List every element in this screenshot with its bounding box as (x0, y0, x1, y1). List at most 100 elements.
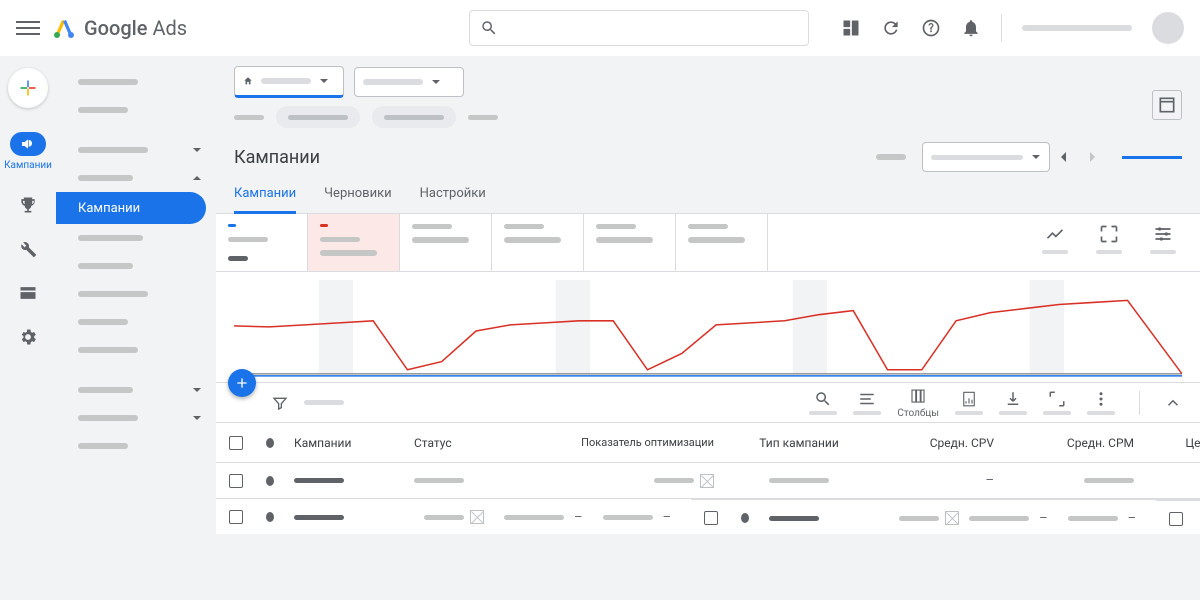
date-label (876, 154, 906, 160)
notifications-icon[interactable] (961, 18, 981, 38)
chevron-down-icon (192, 145, 202, 155)
table-row[interactable]: – – const data = JSON.parse(document.get… (1156, 500, 1200, 536)
sidebar-item[interactable] (56, 280, 216, 308)
optimization-value (424, 515, 464, 520)
sidebar-item[interactable] (56, 224, 216, 252)
account-name[interactable] (1022, 25, 1132, 31)
table-row[interactable]: – – (216, 462, 1200, 498)
col-price[interactable]: Цена (1144, 436, 1200, 450)
col-type[interactable]: Тип кампании (724, 436, 874, 450)
sidebar-item-expandable[interactable] (56, 376, 216, 404)
row-checkbox[interactable] (229, 474, 243, 488)
expand-chart-button[interactable] (1096, 224, 1122, 254)
status-dot[interactable] (266, 476, 274, 486)
sliders-icon (1153, 224, 1173, 244)
rail-tools[interactable] (8, 239, 48, 259)
scorecard[interactable] (676, 214, 768, 271)
rail-goals[interactable] (8, 195, 48, 215)
col-cpv[interactable]: Средн. CPV (874, 436, 1004, 450)
col-cpm[interactable]: Средн. CPM (1004, 436, 1144, 450)
download-icon (1004, 390, 1022, 408)
tab-drafts[interactable]: Черновики (324, 186, 391, 213)
table-row[interactable]: – – – – – – const data = JSON.pars (216, 498, 1200, 534)
scorecard[interactable] (400, 214, 492, 271)
more-button[interactable] (1087, 390, 1115, 415)
product-logo: Google Ads (52, 16, 187, 40)
chart-type-button[interactable] (1042, 224, 1068, 254)
rail-admin[interactable] (8, 327, 48, 347)
plus-icon (18, 78, 38, 98)
sidebar-item-expandable[interactable] (56, 136, 216, 164)
scorecard-primary[interactable] (216, 214, 308, 271)
campaign-selector[interactable] (354, 67, 464, 97)
help-icon[interactable] (921, 18, 941, 38)
workspace-icon[interactable] (1152, 90, 1182, 120)
chevron-down-icon (1031, 152, 1041, 162)
sidebar-item-expandable[interactable] (56, 164, 216, 192)
status-header-icon[interactable] (266, 438, 274, 448)
status-dot[interactable] (266, 512, 274, 522)
status-dot[interactable] (741, 513, 749, 523)
filter-chip[interactable] (276, 106, 360, 128)
campaign-name[interactable] (769, 516, 819, 521)
price-value: – (1128, 511, 1137, 526)
search-table-button[interactable] (809, 390, 837, 415)
table-row[interactable]: – – – – const data = JSON.parse(document… (691, 499, 1200, 535)
segment-button[interactable] (853, 390, 881, 415)
campaign-name[interactable] (294, 478, 344, 483)
rail-campaigns[interactable]: Кампании (8, 132, 48, 171)
date-range-selector[interactable] (922, 142, 1050, 172)
sidebar-item-expandable[interactable] (56, 404, 216, 432)
search-input[interactable] (469, 10, 809, 46)
filter-icon[interactable] (272, 395, 288, 411)
col-campaign[interactable]: Кампании (284, 436, 404, 450)
create-button[interactable] (8, 68, 48, 108)
scorecard[interactable] (492, 214, 584, 271)
scorecard[interactable] (584, 214, 676, 271)
select-all-checkbox[interactable] (229, 436, 243, 450)
sidebar-item-campaigns[interactable]: Кампании (56, 192, 206, 224)
main-content: Кампании Кампании Черновики Настройки (216, 56, 1200, 600)
report-icon (960, 390, 978, 408)
campaign-name[interactable] (294, 515, 344, 520)
filter-chip[interactable] (372, 106, 456, 128)
row-checkbox[interactable] (1169, 512, 1183, 526)
col-optimization[interactable]: Показатель оптимизации (544, 436, 724, 449)
type-value (969, 516, 1029, 521)
cpm-value (603, 515, 653, 520)
compare-toggle[interactable] (1122, 156, 1182, 159)
appearance-icon[interactable] (841, 18, 861, 38)
header: Google Ads (0, 0, 1200, 56)
tab-settings[interactable]: Настройки (420, 186, 486, 213)
sidebar-item[interactable] (56, 96, 216, 124)
row-checkbox[interactable] (704, 511, 718, 525)
filter-placeholder[interactable] (304, 400, 344, 405)
scorecard-secondary[interactable] (308, 214, 400, 271)
expand-table-button[interactable] (1043, 390, 1071, 415)
megaphone-icon (20, 136, 36, 152)
sidebar-item[interactable] (56, 252, 216, 280)
avatar[interactable] (1152, 12, 1184, 44)
reports-button[interactable] (955, 390, 983, 415)
main-menu-button[interactable] (16, 16, 40, 40)
date-next-button[interactable] (1078, 143, 1106, 171)
sidebar-item[interactable] (56, 308, 216, 336)
sidebar-item[interactable] (56, 432, 216, 460)
sidebar-item[interactable] (56, 336, 216, 364)
sidebar-item[interactable] (56, 68, 216, 96)
rail-billing[interactable] (8, 283, 48, 303)
segment-icon (858, 390, 876, 408)
collapse-chart-button[interactable] (1164, 394, 1182, 412)
download-button[interactable] (999, 390, 1027, 415)
row-checkbox[interactable] (229, 510, 243, 524)
col-status[interactable]: Статус (404, 436, 544, 450)
tab-campaigns[interactable]: Кампании (234, 186, 296, 214)
columns-button[interactable]: Столбцы (897, 387, 939, 419)
date-prev-button[interactable] (1050, 143, 1078, 171)
add-campaign-button[interactable] (228, 369, 256, 397)
account-selector[interactable] (234, 66, 344, 98)
wrench-icon (18, 239, 38, 259)
home-icon (243, 76, 253, 86)
adjust-chart-button[interactable] (1150, 224, 1176, 254)
refresh-icon[interactable] (881, 18, 901, 38)
